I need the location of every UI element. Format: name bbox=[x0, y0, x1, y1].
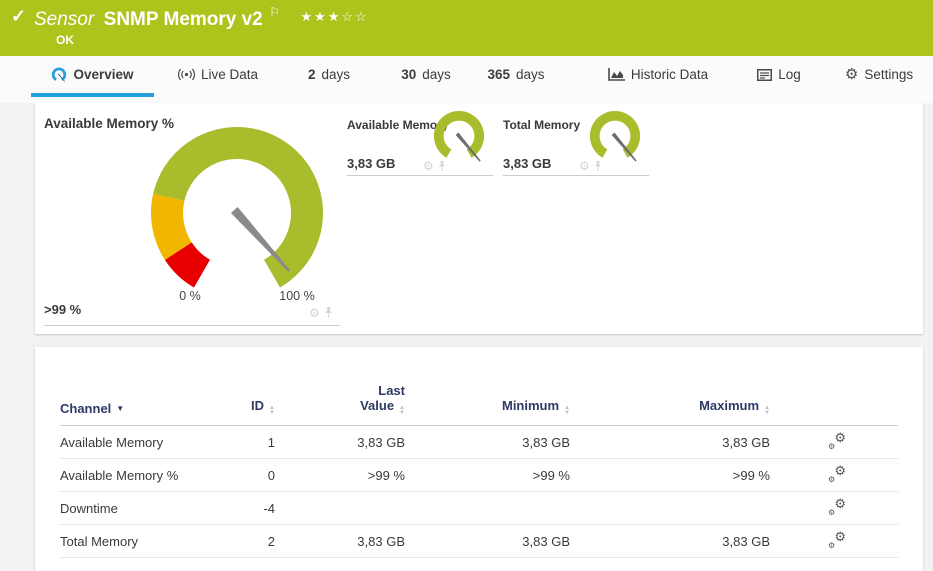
gauge-min-label: 0 % bbox=[170, 289, 210, 303]
column-header-last-value[interactable]: Last Value▲▼ bbox=[275, 383, 405, 426]
gear-icon[interactable]: ⚙ bbox=[579, 160, 590, 172]
channels-table: Channel▼ ID▲▼ Last Value▲▼ Minimum▲▼ Max… bbox=[60, 383, 898, 558]
priority-stars[interactable]: ★★★☆☆ bbox=[300, 9, 368, 24]
status-badge: OK bbox=[56, 33, 74, 47]
prtg-sensor-page: ✓ Sensor SNMP Memory v2 ⚐ ★★★☆☆ OK Overv… bbox=[0, 0, 933, 571]
tab-label: Overview bbox=[73, 67, 133, 82]
gauge-value: >99 % bbox=[44, 302, 81, 317]
channel-maximum: >99 % bbox=[570, 459, 770, 492]
table-row: Available Memory % 0 >99 % >99 % >99 % ⚙… bbox=[60, 459, 898, 492]
channel-last-value bbox=[275, 492, 405, 525]
channel-maximum bbox=[570, 492, 770, 525]
pin-icon[interactable] bbox=[594, 161, 602, 172]
column-header-settings bbox=[770, 383, 898, 426]
tab-number: 365 bbox=[487, 67, 510, 82]
percent-gauge bbox=[147, 123, 327, 293]
pin-icon[interactable] bbox=[324, 307, 333, 319]
channel-maximum: 3,83 GB bbox=[570, 525, 770, 558]
gauge-toolbar: ⚙ bbox=[309, 307, 333, 319]
channel-name[interactable]: Downtime bbox=[60, 492, 205, 525]
tab-label: days bbox=[516, 67, 545, 82]
gauges-panel: Available Memory % 0 % 100 % >99 % ⚙ Ava… bbox=[35, 103, 923, 334]
tab-live-data[interactable]: Live Data bbox=[168, 56, 268, 97]
channel-settings-icon[interactable]: ⚙⚙ bbox=[828, 499, 846, 515]
channel-maximum: 3,83 GB bbox=[570, 426, 770, 459]
gear-icon[interactable]: ⚙ bbox=[309, 307, 320, 319]
channel-last-value: 3,83 GB bbox=[275, 525, 405, 558]
channel-minimum: 3,83 GB bbox=[405, 525, 570, 558]
table-row: Downtime -4 ⚙⚙ bbox=[60, 492, 898, 525]
column-header-id[interactable]: ID▲▼ bbox=[205, 383, 275, 426]
tab-365-days[interactable]: 365 days bbox=[480, 56, 552, 97]
sensor-header: ✓ Sensor SNMP Memory v2 ⚐ ★★★☆☆ OK bbox=[0, 0, 933, 56]
gauge-max-label: 100 % bbox=[273, 289, 321, 303]
gauge-title: Total Memory bbox=[503, 118, 580, 132]
channel-last-value: 3,83 GB bbox=[275, 426, 405, 459]
chart-icon bbox=[608, 68, 625, 81]
mini-gauge-total-memory: Total Memory 3,83 GB ⚙ bbox=[503, 115, 649, 176]
tab-label: Live Data bbox=[201, 67, 258, 82]
sort-icon: ▲▼ bbox=[564, 406, 570, 416]
table-row: Total Memory 2 3,83 GB 3,83 GB 3,83 GB ⚙… bbox=[60, 525, 898, 558]
mini-gauge bbox=[432, 109, 486, 165]
tab-label: Settings bbox=[864, 67, 913, 82]
tab-number: 30 bbox=[401, 67, 416, 82]
gauge-toolbar: ⚙ bbox=[423, 160, 446, 172]
column-header-minimum[interactable]: Minimum▲▼ bbox=[405, 383, 570, 426]
sort-icon: ▲▼ bbox=[399, 406, 405, 416]
channel-minimum: >99 % bbox=[405, 459, 570, 492]
status-check-icon: ✓ bbox=[11, 6, 26, 27]
gauge-icon bbox=[51, 67, 67, 83]
tab-label: days bbox=[321, 67, 350, 82]
channel-settings-icon[interactable]: ⚙⚙ bbox=[828, 466, 846, 482]
channel-settings-icon[interactable]: ⚙⚙ bbox=[828, 532, 846, 548]
gauge-toolbar: ⚙ bbox=[579, 160, 602, 172]
channel-id: 1 bbox=[205, 426, 275, 459]
tab-overview[interactable]: Overview bbox=[31, 56, 154, 97]
tab-bar: Overview Live Data 2 days 30 days 365 bbox=[0, 56, 933, 103]
page-title: SNMP Memory v2 bbox=[104, 9, 263, 30]
flag-icon[interactable]: ⚐ bbox=[269, 5, 280, 19]
sort-icon: ▲▼ bbox=[764, 406, 770, 416]
object-kind-label: Sensor bbox=[34, 9, 94, 30]
channel-name[interactable]: Available Memory % bbox=[60, 459, 205, 492]
tab-historic-data[interactable]: Historic Data bbox=[603, 56, 713, 97]
sort-icon: ▲▼ bbox=[269, 406, 275, 416]
log-icon bbox=[757, 69, 772, 81]
main-gauge-block: Available Memory % 0 % 100 % >99 % ⚙ bbox=[35, 103, 345, 334]
channel-id: -4 bbox=[205, 492, 275, 525]
channel-last-value: >99 % bbox=[275, 459, 405, 492]
pin-icon[interactable] bbox=[438, 161, 446, 172]
tab-2-days[interactable]: 2 days bbox=[298, 56, 360, 97]
channels-panel: Channel▼ ID▲▼ Last Value▲▼ Minimum▲▼ Max… bbox=[35, 347, 923, 571]
channel-name[interactable]: Available Memory bbox=[60, 426, 205, 459]
channel-id: 0 bbox=[205, 459, 275, 492]
tab-settings[interactable]: ⚙ Settings bbox=[843, 56, 915, 97]
divider bbox=[44, 325, 340, 326]
mini-gauge bbox=[588, 109, 642, 165]
tab-label: Log bbox=[778, 67, 801, 82]
channel-minimum bbox=[405, 492, 570, 525]
tab-label: Historic Data bbox=[631, 67, 708, 82]
channel-id: 2 bbox=[205, 525, 275, 558]
tab-label: days bbox=[422, 67, 451, 82]
column-header-maximum[interactable]: Maximum▲▼ bbox=[570, 383, 770, 426]
column-header-channel[interactable]: Channel▼ bbox=[60, 383, 205, 426]
sort-caret-icon: ▼ bbox=[116, 404, 124, 413]
gear-icon[interactable]: ⚙ bbox=[423, 160, 434, 172]
gear-icon: ⚙ bbox=[845, 67, 858, 82]
mini-gauge-available-memory: Available Memory 3,83 GB ⚙ bbox=[347, 115, 493, 176]
channel-settings-icon[interactable]: ⚙⚙ bbox=[828, 433, 846, 449]
tab-number: 2 bbox=[308, 67, 316, 82]
channel-name[interactable]: Total Memory bbox=[60, 525, 205, 558]
live-icon bbox=[178, 68, 195, 81]
gauge-value: 3,83 GB bbox=[503, 156, 551, 171]
tab-log[interactable]: Log bbox=[750, 56, 808, 97]
channel-minimum: 3,83 GB bbox=[405, 426, 570, 459]
tab-30-days[interactable]: 30 days bbox=[393, 56, 459, 97]
gauge-value: 3,83 GB bbox=[347, 156, 395, 171]
table-row: Available Memory 1 3,83 GB 3,83 GB 3,83 … bbox=[60, 426, 898, 459]
